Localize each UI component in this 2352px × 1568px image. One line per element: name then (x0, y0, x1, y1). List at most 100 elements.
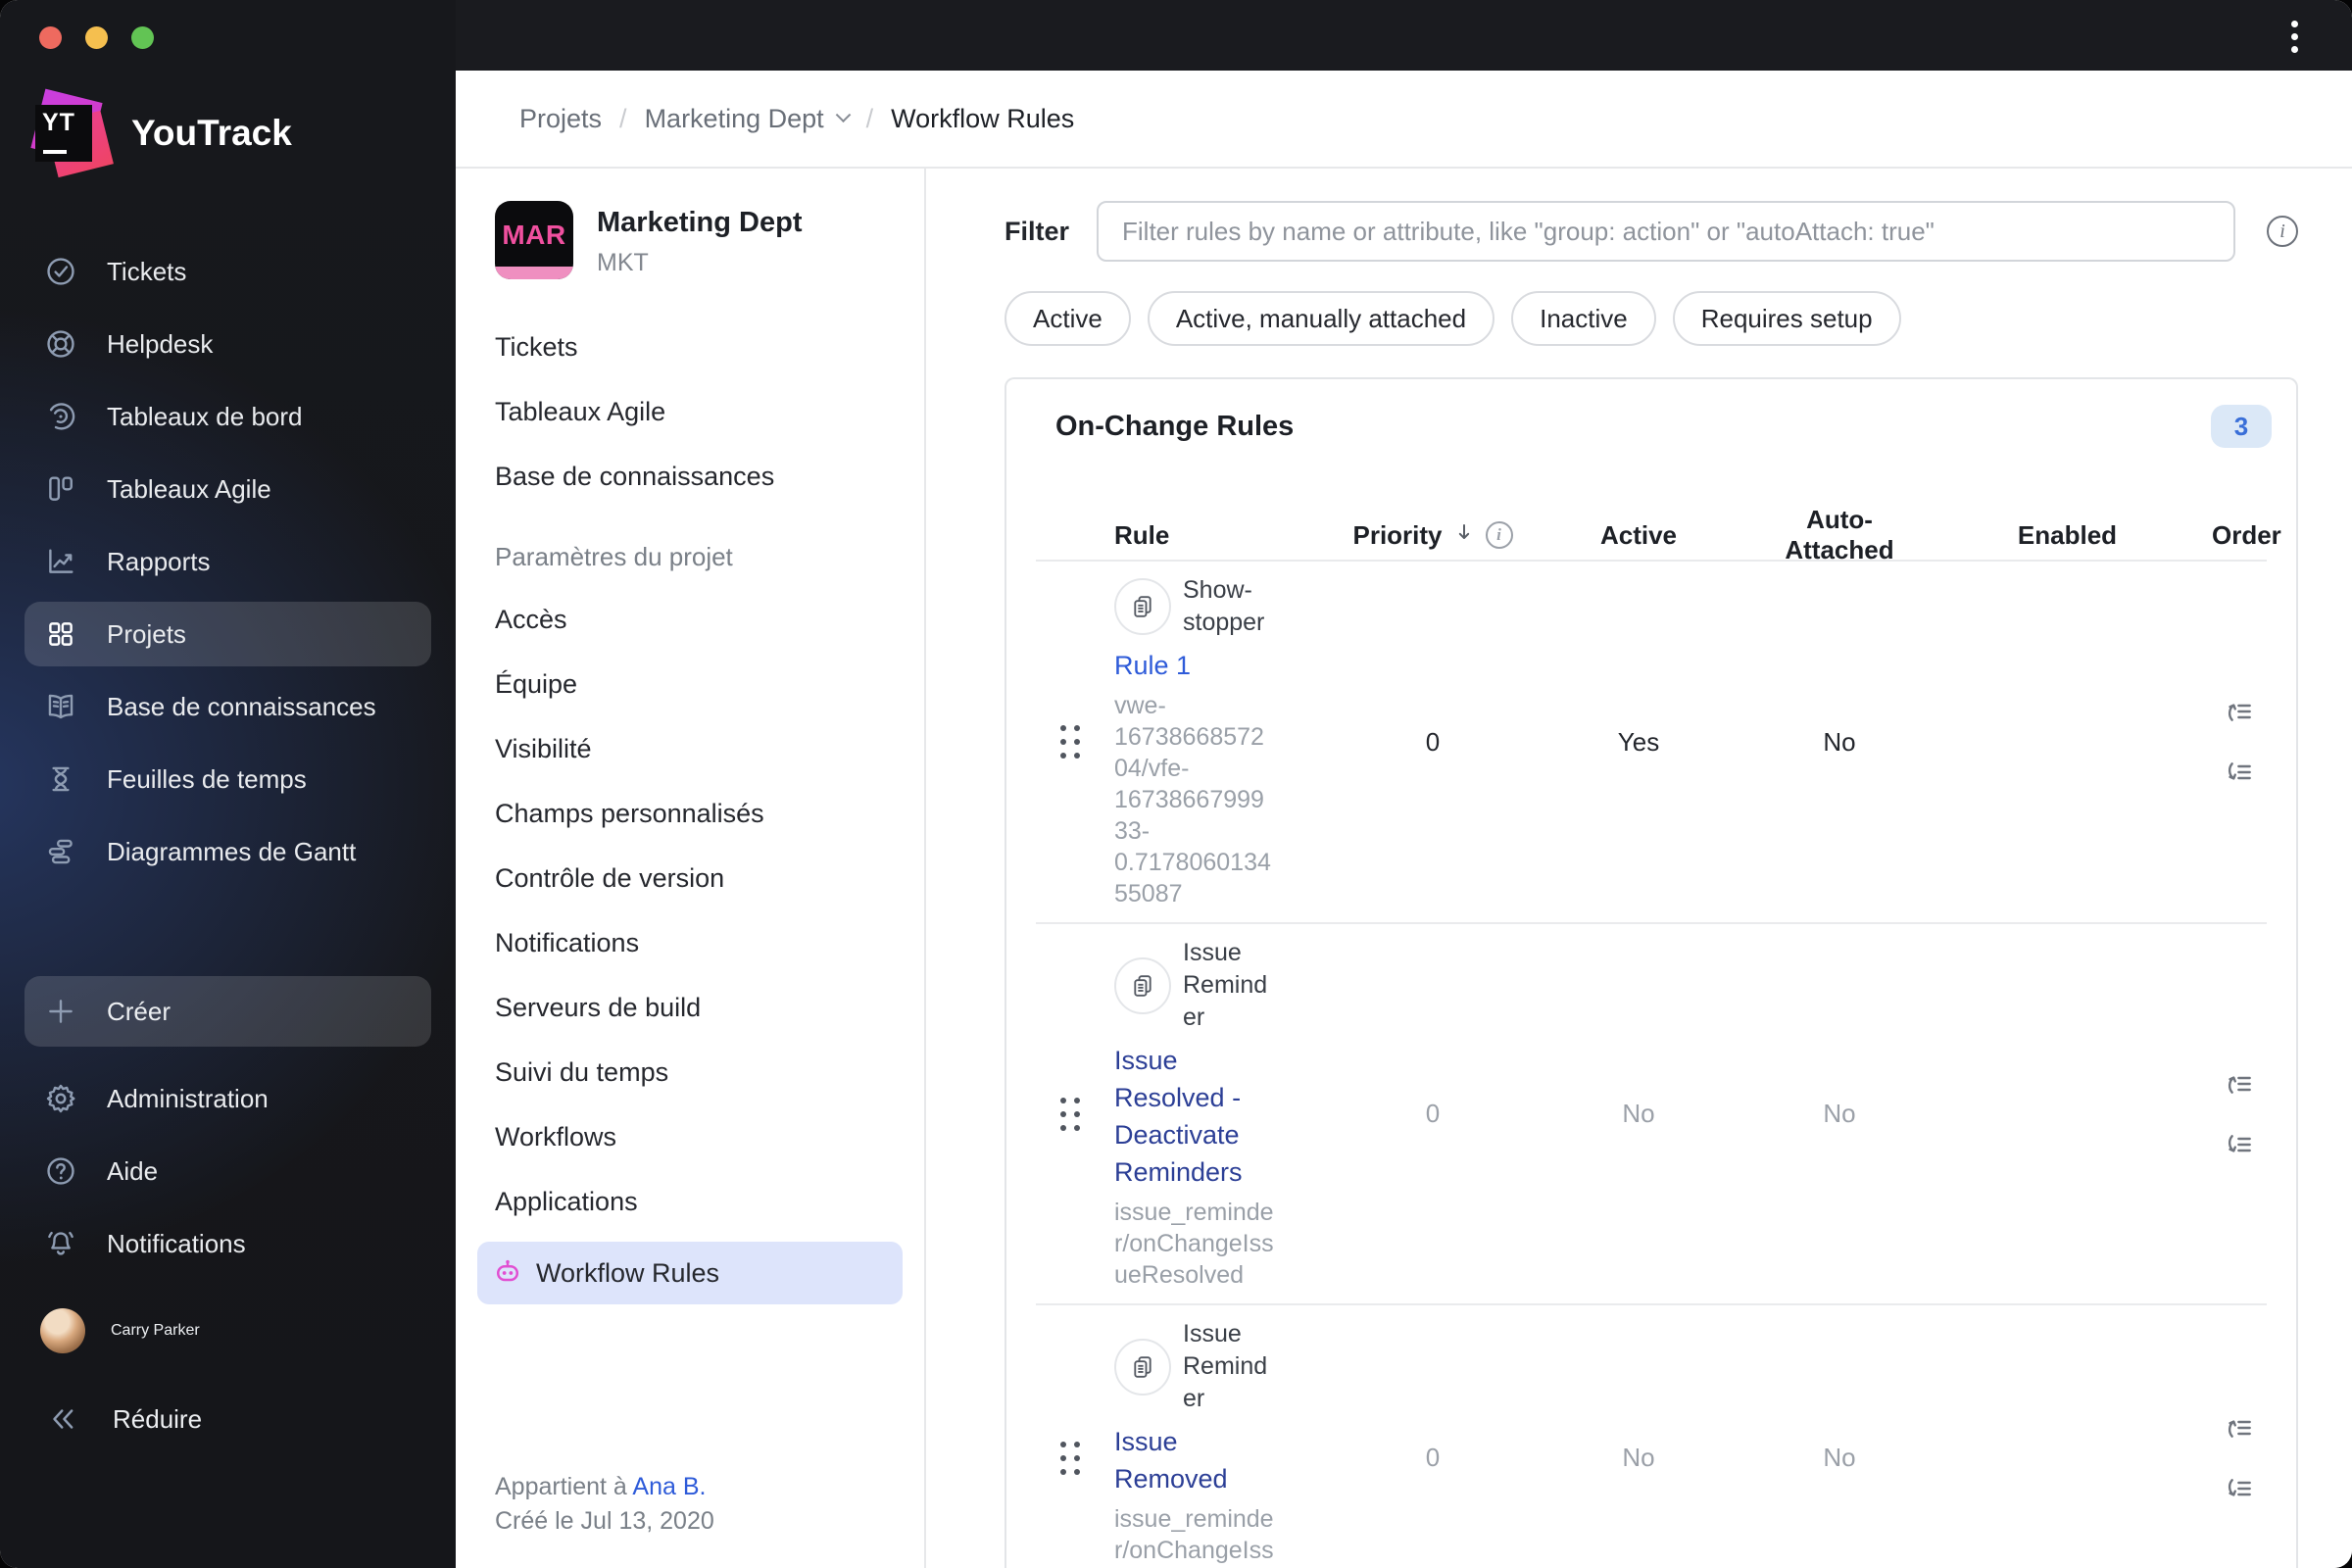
settings-item-notifications[interactable]: Notifications (495, 910, 885, 975)
column-priority[interactable]: Priority i (1352, 520, 1513, 551)
double-chevron-left-icon (46, 1402, 79, 1436)
owner-link[interactable]: Ana B. (632, 1473, 706, 1500)
settings-item-version-control[interactable]: Contrôle de version (495, 846, 885, 910)
table-row: Issue Reminder Issue Removed issue_remin… (1036, 1303, 2267, 1568)
app-window: YT YouTrack Tickets Helpdesk Tableaux de… (0, 0, 2352, 1568)
sidebar-item-agile-boards[interactable]: Tableaux Agile (24, 457, 431, 521)
settings-item-visibility[interactable]: Visibilité (495, 716, 885, 781)
traffic-lights (39, 26, 456, 49)
filter-label: Filter (1004, 216, 1070, 246)
breadcrumb-current: Workflow Rules (891, 103, 1075, 133)
active-value: Yes (1617, 726, 1660, 757)
settings-item-team[interactable]: Équipe (495, 652, 885, 716)
project-item-knowledge-base[interactable]: Base de connaissances (495, 444, 885, 509)
move-to-top-button[interactable] (2224, 1068, 2255, 1100)
chip-active-manually-attached[interactable]: Active, manually attached (1147, 291, 1495, 346)
sidebar-item-timesheets[interactable]: Feuilles de temps (24, 747, 431, 811)
project-name: Marketing Dept (597, 207, 803, 238)
settings-item-workflows[interactable]: Workflows (495, 1104, 885, 1169)
breadcrumb: Projets / Marketing Dept / Workflow Rule… (456, 71, 2352, 169)
project-item-agile-boards[interactable]: Tableaux Agile (495, 379, 885, 444)
drag-handle[interactable] (1060, 1441, 1080, 1475)
rule-group-label: Issue Reminder (1183, 939, 1268, 1031)
priority-value: 0 (1425, 1443, 1441, 1472)
close-button[interactable] (39, 26, 62, 49)
project-key: MKT (597, 249, 649, 276)
priority-value: 0 (1425, 726, 1441, 757)
priority-info-icon[interactable]: i (1485, 521, 1513, 549)
on-change-rules-card: On-Change Rules 3 Rule Priority i Active… (1004, 377, 2298, 1568)
settings-item-custom-fields[interactable]: Champs personnalisés (495, 781, 885, 846)
sidebar-nav: Tickets Helpdesk Tableaux de bord Tablea… (0, 231, 456, 892)
plus-icon (44, 995, 77, 1028)
kebab-menu-icon[interactable] (2291, 21, 2298, 53)
sidebar-item-tickets[interactable]: Tickets (24, 239, 431, 304)
project-settings-nav: Accès Équipe Visibilité Champs personnal… (495, 587, 885, 1234)
lifebuoy-icon (44, 327, 77, 361)
chevron-down-icon[interactable] (835, 106, 851, 122)
column-rule: Rule (1114, 519, 1170, 550)
sidebar-item-notifications[interactable]: Notifications (24, 1211, 431, 1276)
sidebar-item-projects[interactable]: Projets (24, 602, 431, 666)
drag-handle[interactable] (1060, 1097, 1080, 1131)
sidebar-item-reports[interactable]: Rapports (24, 529, 431, 594)
grid-icon (44, 617, 77, 651)
rule-name-link[interactable]: Rule 1 (1114, 647, 1273, 684)
sidebar-item-gantt-charts[interactable]: Diagrammes de Gantt (24, 819, 431, 884)
chip-inactive[interactable]: Inactive (1511, 291, 1656, 346)
settings-item-applications[interactable]: Applications (495, 1169, 885, 1234)
collapse-sidebar-button[interactable]: Réduire (24, 1390, 431, 1448)
sort-desc-icon (1452, 520, 1476, 551)
create-button[interactable]: Créer (24, 976, 431, 1047)
chip-requires-setup[interactable]: Requires setup (1672, 291, 1901, 346)
drag-handle[interactable] (1060, 725, 1080, 759)
project-header: MAR Marketing Dept MKT (495, 201, 885, 279)
settings-item-build-servers[interactable]: Serveurs de build (495, 975, 885, 1040)
sidebar-item-help[interactable]: Aide (24, 1139, 431, 1203)
project-item-tickets[interactable]: Tickets (495, 315, 885, 379)
user-name: Carry Parker (111, 1322, 200, 1339)
filter-info-icon[interactable]: i (2267, 216, 2298, 247)
sidebar-item-dashboards[interactable]: Tableaux de bord (24, 384, 431, 449)
table-row: Show-stopper Rule 1 vwe-1673866857204/vf… (1036, 562, 2267, 922)
rule-id: issue_reminder/onChangeIssueRemov (1114, 1505, 1274, 1564)
agile-board-icon (44, 472, 77, 506)
minimize-button[interactable] (85, 26, 108, 49)
settings-item-time-tracking[interactable]: Suivi du temps (495, 1040, 885, 1104)
sidebar-item-knowledge-base[interactable]: Base de connaissances (24, 674, 431, 739)
sidebar-item-administration[interactable]: Administration (24, 1066, 431, 1131)
project-nav: Tickets Tableaux Agile Base de connaissa… (495, 315, 885, 509)
book-icon (44, 690, 77, 723)
column-order: Order (2212, 519, 2281, 550)
dashboard-gauge-icon (44, 400, 77, 433)
settings-item-access[interactable]: Accès (495, 587, 885, 652)
settings-item-workflow-rules[interactable]: Workflow Rules (477, 1242, 903, 1304)
rule-package-icon (1114, 578, 1171, 635)
move-to-bottom-button[interactable] (2224, 1473, 2255, 1504)
column-enabled: Enabled (2017, 519, 2118, 550)
rule-name-link[interactable]: Issue Resolved - Deactivate Reminders (1114, 1042, 1273, 1191)
user-menu[interactable]: Carry Parker (24, 1299, 431, 1362)
chip-active[interactable]: Active (1004, 291, 1131, 346)
rule-id: vwe-1673866857204/vfe-1673866799933-0.71… (1114, 692, 1271, 907)
sidebar-item-helpdesk[interactable]: Helpdesk (24, 312, 431, 376)
table-header: Rule Priority i Active Auto-Attached Ena… (1036, 505, 2281, 564)
project-settings-panel: MAR Marketing Dept MKT Tickets Tableaux … (456, 169, 926, 1568)
filter-input[interactable] (1097, 201, 2235, 262)
column-auto-attached: Auto-Attached (1785, 505, 1894, 564)
move-to-top-button[interactable] (2224, 696, 2255, 727)
move-to-top-button[interactable] (2224, 1412, 2255, 1444)
rule-name-link[interactable]: Issue Removed (1114, 1423, 1273, 1497)
rule-group-label: Issue Reminder (1183, 1320, 1268, 1412)
column-active: Active (1599, 519, 1678, 550)
breadcrumb-projects[interactable]: Projets (519, 104, 602, 134)
auto-attached-value: No (1823, 1443, 1856, 1472)
move-to-bottom-button[interactable] (2224, 757, 2255, 788)
titlebar (456, 0, 2352, 71)
help-circle-icon (44, 1154, 77, 1188)
zoom-button[interactable] (131, 26, 154, 49)
card-title: On-Change Rules (1055, 410, 1295, 442)
breadcrumb-project-selector[interactable]: Marketing Dept (645, 104, 824, 134)
app-logo: YT YouTrack (25, 88, 456, 178)
move-to-bottom-button[interactable] (2224, 1129, 2255, 1160)
